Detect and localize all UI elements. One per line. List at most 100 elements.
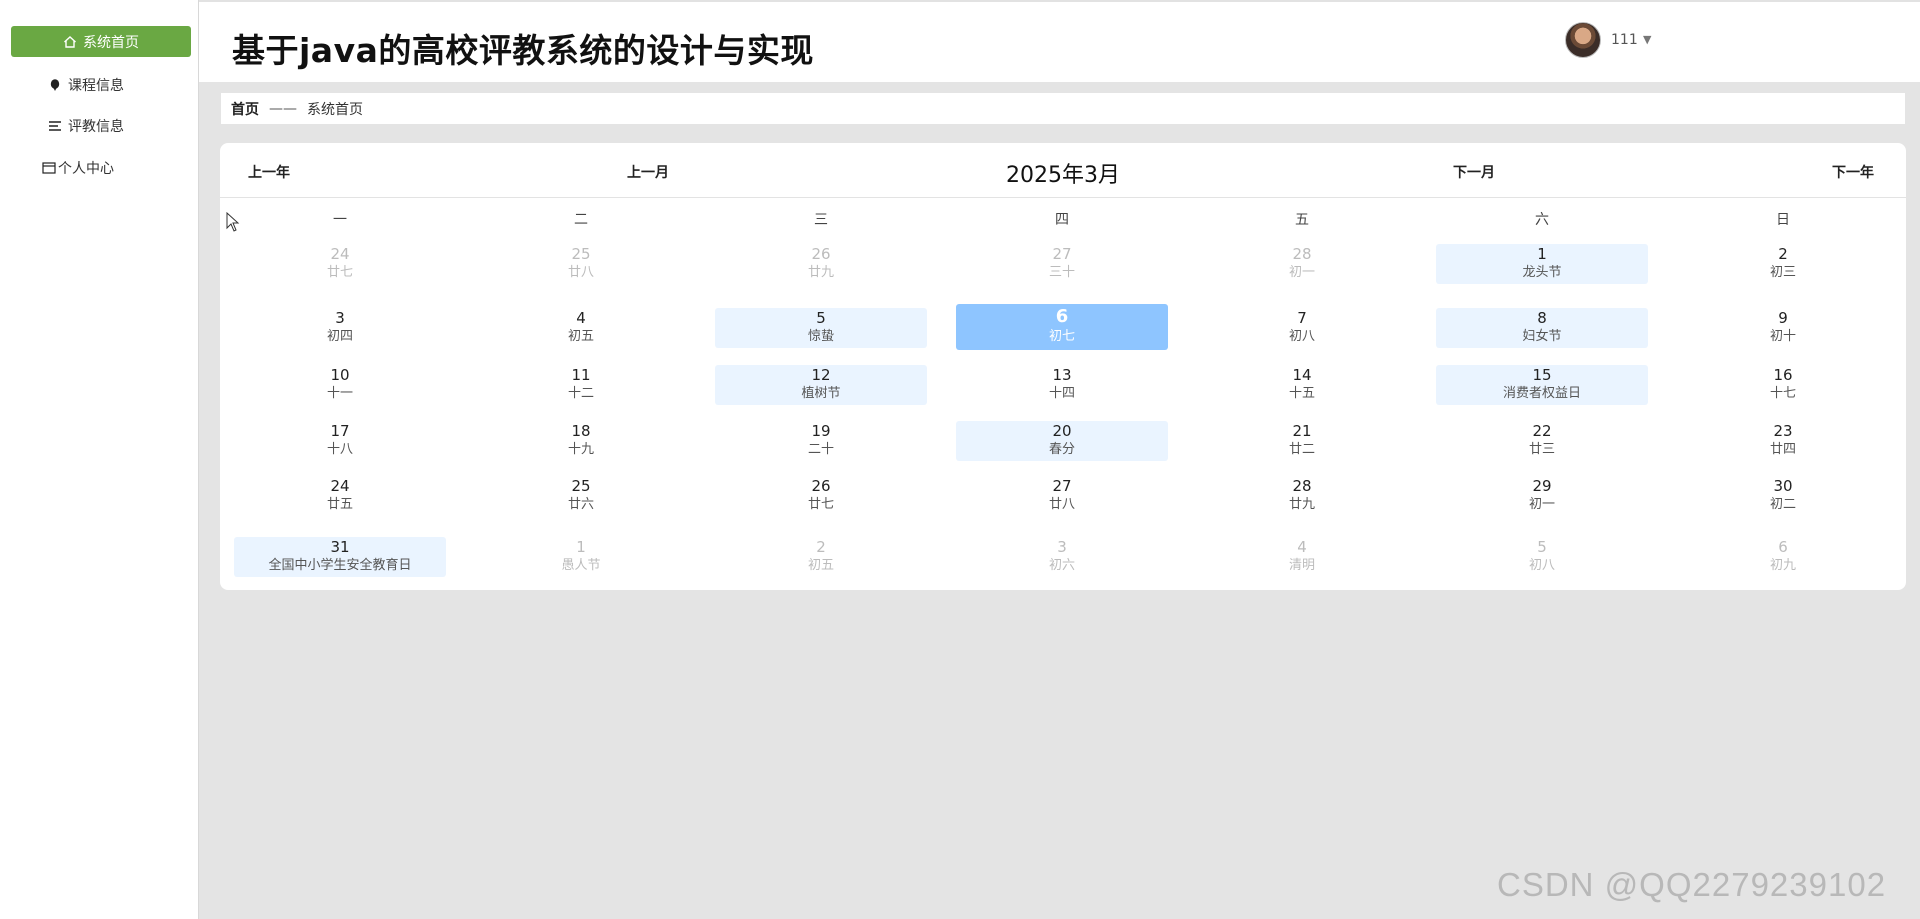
calendar-day[interactable]: 23 廿四 (1677, 421, 1889, 461)
day-number: 1 (1537, 245, 1547, 263)
lunar-label: 初八 (1528, 558, 1555, 573)
lunar-label: 十二 (567, 386, 594, 401)
watermark: CSDN @QQ2279239102 (1497, 866, 1887, 903)
lunar-label: 廿七 (807, 497, 834, 512)
breadcrumb: 首页 —— 系统首页 (221, 93, 1905, 124)
calendar-day[interactable]: 24 廿七 (234, 244, 446, 284)
calendar-day[interactable]: 24 廿五 (234, 476, 446, 516)
calendar-day[interactable]: 7 初八 (1196, 308, 1408, 348)
lunar-label: 十四 (1048, 386, 1075, 401)
calendar-day[interactable]: 31 全国中小学生安全教育日 (234, 537, 446, 577)
day-number: 5 (816, 309, 826, 327)
lunar-label: 初一 (1528, 497, 1555, 512)
sidebar-item-label: 课程信息 (68, 78, 124, 94)
day-number: 3 (335, 309, 345, 327)
calendar-day-today[interactable]: 6 初七 (956, 304, 1168, 350)
calendar-day[interactable]: 1 龙头节 (1436, 244, 1648, 284)
lunar-label: 初四 (326, 329, 353, 344)
lunar-label: 十五 (1288, 386, 1315, 401)
calendar-day[interactable]: 3 初六 (956, 537, 1168, 577)
sidebar-item-label: 系统首页 (83, 34, 139, 51)
calendar-day[interactable]: 5 惊蛰 (715, 308, 927, 348)
calendar-day[interactable]: 28 廿九 (1196, 476, 1408, 516)
calendar-day[interactable]: 27 廿八 (956, 476, 1168, 516)
chevron-down-icon[interactable]: ▼ (1643, 33, 1651, 46)
day-number: 12 (811, 366, 831, 384)
calendar-day[interactable]: 21 廿二 (1196, 421, 1408, 461)
day-number: 7 (1297, 309, 1307, 327)
calendar-header: 上一年 上一月 2025年3月 下一月 下一年 (220, 143, 1906, 198)
calendar-day[interactable]: 13 十四 (956, 365, 1168, 405)
lunar-label: 初七 (1048, 329, 1075, 344)
avatar[interactable] (1565, 22, 1601, 58)
pin-icon (48, 78, 62, 92)
lunar-label: 清明 (1288, 558, 1315, 573)
calendar-day[interactable]: 16 十七 (1677, 365, 1889, 405)
calendar-day[interactable]: 25 廿八 (475, 244, 687, 284)
calendar-day[interactable]: 4 初五 (475, 308, 687, 348)
calendar-day[interactable]: 11 十二 (475, 365, 687, 405)
sidebar-item-label: 评教信息 (68, 119, 124, 135)
sidebar-item-course-info[interactable]: 课程信息 (48, 75, 124, 95)
day-number: 3 (1057, 538, 1067, 556)
sidebar-item-personal-center[interactable]: 个人中心 (42, 158, 114, 178)
top-header: 基于java的高校评教系统的设计与实现 (199, 0, 1920, 82)
lunar-label: 初五 (807, 558, 834, 573)
calendar-day[interactable]: 8 妇女节 (1436, 308, 1648, 348)
calendar-day[interactable]: 17 十八 (234, 421, 446, 461)
calendar-day[interactable]: 5 初八 (1436, 537, 1648, 577)
day-number: 31 (330, 538, 350, 556)
lunar-label: 廿九 (807, 265, 834, 280)
calendar-day[interactable]: 26 廿七 (715, 476, 927, 516)
calendar-day[interactable]: 12 植树节 (715, 365, 927, 405)
calendar-day[interactable]: 6 初九 (1677, 537, 1889, 577)
breadcrumb-home[interactable]: 首页 (231, 99, 259, 119)
day-number: 27 (1052, 477, 1072, 495)
day-number: 27 (1052, 245, 1072, 263)
calendar-day[interactable]: 29 初一 (1436, 476, 1648, 516)
next-month-button[interactable]: 下一月 (1453, 162, 1495, 182)
calendar: 上一年 上一月 2025年3月 下一月 下一年 一二三四五六日 24 廿七 25 廿八 2… (220, 143, 1906, 590)
lunar-label: 春分 (1048, 442, 1075, 457)
day-number: 2 (816, 538, 826, 556)
calendar-day[interactable]: 4 清明 (1196, 537, 1408, 577)
lunar-label: 初五 (567, 329, 594, 344)
sidebar-item-evaluation-info[interactable]: 评教信息 (48, 116, 124, 136)
lunar-label: 消费者权益日 (1502, 386, 1581, 401)
username[interactable]: 111 (1611, 32, 1638, 48)
calendar-day[interactable]: 3 初四 (234, 308, 446, 348)
calendar-day[interactable]: 19 二十 (715, 421, 927, 461)
calendar-day[interactable]: 9 初十 (1677, 308, 1889, 348)
home-icon (63, 35, 77, 49)
calendar-day[interactable]: 27 三十 (956, 244, 1168, 284)
calendar-day[interactable]: 26 廿九 (715, 244, 927, 284)
day-number: 10 (330, 366, 350, 384)
calendar-day[interactable]: 1 愚人节 (475, 537, 687, 577)
day-number: 18 (571, 422, 591, 440)
breadcrumb-separator: —— (269, 100, 297, 117)
calendar-day[interactable]: 2 初三 (1677, 244, 1889, 284)
calendar-day[interactable]: 14 十五 (1196, 365, 1408, 405)
next-year-button[interactable]: 下一年 (1832, 162, 1874, 182)
calendar-day[interactable]: 28 初一 (1196, 244, 1408, 284)
calendar-day[interactable]: 30 初二 (1677, 476, 1889, 516)
calendar-day[interactable]: 25 廿六 (475, 476, 687, 516)
calendar-day[interactable]: 20 春分 (956, 421, 1168, 461)
lunar-label: 廿八 (567, 265, 594, 280)
calendar-day[interactable]: 18 十九 (475, 421, 687, 461)
lunar-label: 妇女节 (1522, 329, 1562, 344)
lunar-label: 初二 (1769, 497, 1796, 512)
lunar-label: 十八 (326, 442, 353, 457)
lunar-label: 廿八 (1048, 497, 1075, 512)
calendar-day[interactable]: 2 初五 (715, 537, 927, 577)
calendar-day[interactable]: 15 消费者权益日 (1436, 365, 1648, 405)
day-number: 26 (811, 477, 831, 495)
lunar-label: 廿六 (567, 497, 594, 512)
calendar-day[interactable]: 10 十一 (234, 365, 446, 405)
day-number: 19 (811, 422, 831, 440)
calendar-day[interactable]: 22 廿三 (1436, 421, 1648, 461)
day-number: 16 (1773, 366, 1793, 384)
day-number: 5 (1537, 538, 1547, 556)
sidebar-item-home[interactable]: 系统首页 (11, 26, 191, 57)
sidebar-item-label: 个人中心 (58, 161, 114, 177)
